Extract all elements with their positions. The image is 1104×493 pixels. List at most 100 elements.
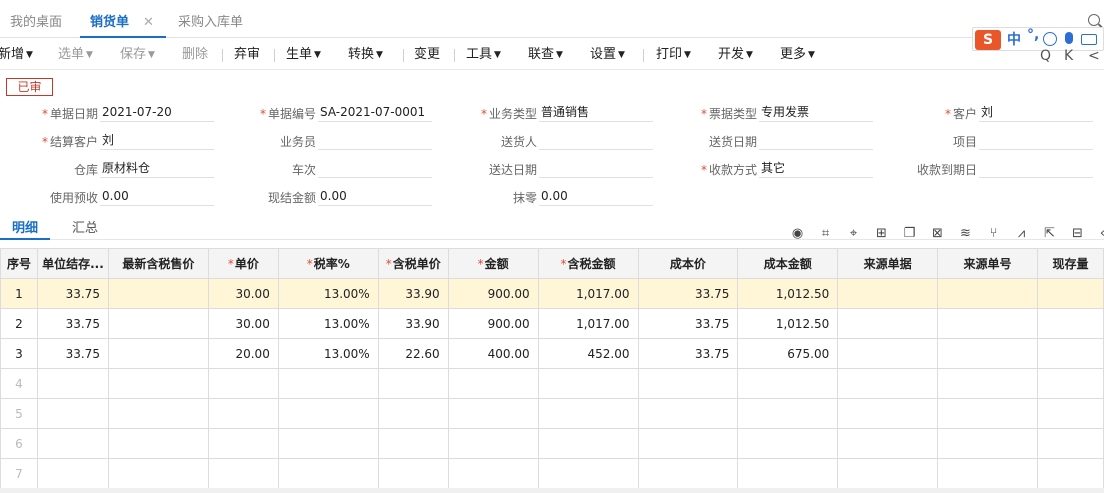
due-date-field[interactable]	[979, 158, 1093, 178]
payment-method-field[interactable]: 其它	[759, 158, 873, 178]
stock-cell[interactable]	[1036, 368, 1104, 399]
insert-row-icon[interactable]: ⊞	[874, 226, 889, 241]
tab-my-desktop[interactable]: 我的桌面	[10, 8, 62, 38]
cost-amount-cell[interactable]	[737, 398, 839, 429]
link-query-button[interactable]: 联查 ▼	[528, 40, 563, 70]
latest-tax-price-cell[interactable]	[107, 368, 209, 399]
settings-button[interactable]: 设置 ▼	[590, 40, 625, 70]
query-icon[interactable]: Q	[1040, 48, 1051, 64]
salesman-field[interactable]	[318, 130, 432, 150]
print-button[interactable]: 打印 ▼	[656, 40, 691, 70]
location-pin-icon[interactable]: ⌖	[846, 226, 861, 241]
col-header-unit-price[interactable]: *单价	[207, 248, 279, 279]
source-no-cell[interactable]	[937, 428, 1038, 459]
amount-cell[interactable]	[447, 428, 539, 459]
source-no-cell[interactable]	[937, 338, 1038, 369]
locate-icon[interactable]: ◉	[790, 226, 805, 241]
unit-balance-cell[interactable]: 33.75	[36, 278, 109, 309]
first-record-icon[interactable]: K	[1064, 48, 1073, 64]
row-index-cell[interactable]: 2	[0, 308, 38, 339]
row-index-cell[interactable]: 6	[0, 428, 38, 459]
warehouse-field[interactable]: 原材料仓	[100, 158, 214, 178]
collapse-icon[interactable]: ‹	[1095, 226, 1104, 241]
close-icon[interactable]: ✕	[143, 8, 154, 38]
doc-date-field[interactable]: 2021-07-20	[100, 102, 214, 122]
arrival-date-field[interactable]	[539, 158, 653, 178]
previous-record-icon[interactable]: <	[1088, 48, 1100, 64]
column-settings-icon[interactable]: ⊟	[1070, 226, 1085, 241]
amount-cell[interactable]: 400.00	[447, 338, 539, 369]
tax-amount-cell[interactable]	[537, 398, 639, 429]
unit-price-cell[interactable]: 30.00	[207, 278, 279, 309]
col-header-stock[interactable]: 现存量	[1036, 248, 1104, 279]
cost-price-cell[interactable]	[637, 428, 739, 459]
split-row-icon[interactable]: ⑂	[986, 226, 1001, 241]
change-button[interactable]: 变更	[414, 40, 440, 70]
tax-rate-cell[interactable]	[277, 428, 379, 459]
amount-cell[interactable]	[447, 458, 539, 489]
tools-button[interactable]: 工具 ▼	[466, 40, 501, 70]
cost-price-cell[interactable]	[637, 458, 739, 489]
source-no-cell[interactable]	[937, 368, 1038, 399]
customer-field[interactable]: 刘	[979, 102, 1093, 122]
latest-tax-price-cell[interactable]	[107, 398, 209, 429]
select-button[interactable]: 选单 ▼	[58, 40, 93, 70]
tax-unit-price-cell[interactable]: 22.60	[377, 338, 449, 369]
unit-balance-cell[interactable]: 33.75	[36, 338, 109, 369]
unit-balance-cell[interactable]	[36, 368, 109, 399]
tax-unit-price-cell[interactable]	[377, 368, 449, 399]
cost-price-cell[interactable]: 33.75	[637, 278, 739, 309]
col-header-index[interactable]: 序号	[0, 248, 38, 279]
search-icon[interactable]	[1088, 14, 1100, 26]
col-header-cost-price[interactable]: 成本价	[637, 248, 739, 279]
add-button[interactable]: 新增 ▼	[0, 40, 33, 70]
unit-balance-cell[interactable]	[36, 458, 109, 489]
stock-cell[interactable]	[1036, 398, 1104, 429]
cost-amount-cell[interactable]	[737, 368, 839, 399]
amount-cell[interactable]	[447, 368, 539, 399]
develop-button[interactable]: 开发 ▼	[718, 40, 753, 70]
source-no-cell[interactable]	[937, 308, 1038, 339]
table-row[interactable]: 4	[0, 368, 1104, 399]
latest-tax-price-cell[interactable]	[107, 428, 209, 459]
latest-tax-price-cell[interactable]	[107, 308, 209, 339]
tax-rate-cell[interactable]: 13.00%	[277, 308, 379, 339]
col-header-source-doc[interactable]: 来源单据	[837, 248, 939, 279]
tab-sales-delivery[interactable]: 销货单 ✕	[80, 8, 166, 38]
cost-price-cell[interactable]	[637, 368, 739, 399]
stock-cell[interactable]	[1036, 338, 1104, 369]
abandon-audit-button[interactable]: 弃审	[234, 40, 260, 70]
biz-type-field[interactable]: 普通销售	[539, 102, 653, 122]
latest-tax-price-cell[interactable]	[107, 338, 209, 369]
train-no-field[interactable]	[318, 158, 432, 178]
col-header-source-no[interactable]: 来源单号	[937, 248, 1038, 279]
tax-amount-cell[interactable]: 1,017.00	[537, 278, 639, 309]
project-field[interactable]	[979, 130, 1093, 150]
tax-unit-price-cell[interactable]: 33.90	[377, 278, 449, 309]
tab-detail[interactable]: 明细	[12, 217, 38, 236]
table-row[interactable]: 6	[0, 428, 1104, 459]
delete-row-icon[interactable]: ⊠	[930, 226, 945, 241]
tax-amount-cell[interactable]: 452.00	[537, 338, 639, 369]
scan-icon[interactable]: ⌗	[818, 226, 833, 241]
stock-cell[interactable]	[1036, 308, 1104, 339]
stock-cell[interactable]	[1036, 278, 1104, 309]
col-header-tax-rate[interactable]: *税率%	[277, 248, 379, 279]
settle-customer-field[interactable]: 刘	[100, 130, 214, 150]
unit-balance-cell[interactable]	[36, 398, 109, 429]
tax-rate-cell[interactable]: 13.00%	[277, 278, 379, 309]
col-header-cost-amount[interactable]: 成本金额	[737, 248, 839, 279]
tax-amount-cell[interactable]	[537, 428, 639, 459]
cost-price-cell[interactable]	[637, 398, 739, 429]
source-doc-cell[interactable]	[837, 458, 939, 489]
row-index-cell[interactable]: 4	[0, 368, 38, 399]
prepaid-field[interactable]: 0.00	[100, 186, 214, 206]
cost-amount-cell[interactable]: 1,012.50	[737, 308, 839, 339]
cash-settled-field[interactable]: 0.00	[318, 186, 432, 206]
stock-cell[interactable]	[1036, 458, 1104, 489]
unit-balance-cell[interactable]	[36, 428, 109, 459]
amount-cell[interactable]: 900.00	[447, 278, 539, 309]
copy-row-icon[interactable]: ❐	[902, 226, 917, 241]
unit-price-cell[interactable]: 30.00	[207, 308, 279, 339]
unit-balance-cell[interactable]: 33.75	[36, 308, 109, 339]
